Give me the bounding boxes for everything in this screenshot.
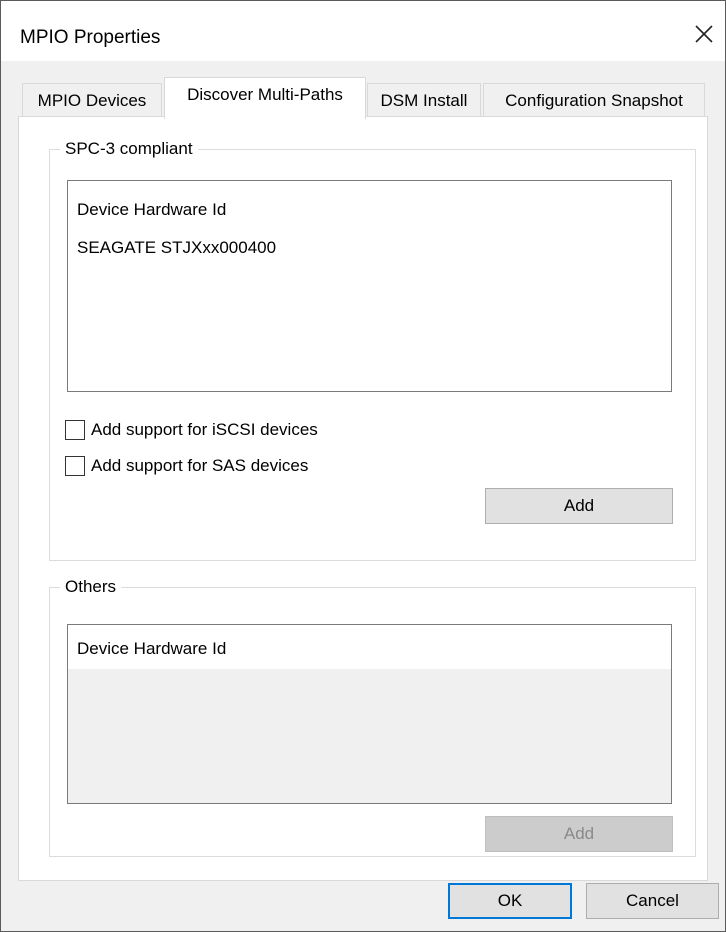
spc3-add-button[interactable]: Add bbox=[485, 488, 673, 524]
spc3-group-legend: SPC-3 compliant bbox=[60, 138, 198, 160]
window-title: MPIO Properties bbox=[20, 27, 161, 48]
sas-support-checkbox[interactable] bbox=[65, 456, 85, 476]
iscsi-support-checkbox[interactable] bbox=[65, 420, 85, 440]
tab-discover-multi-paths[interactable]: Discover Multi-Paths bbox=[164, 77, 366, 119]
tab-dsm-install[interactable]: DSM Install bbox=[367, 83, 481, 117]
list-item[interactable]: SEAGATE STJXxx000400 bbox=[77, 238, 276, 258]
iscsi-support-option[interactable]: Add support for iSCSI devices bbox=[65, 419, 318, 441]
close-icon[interactable] bbox=[689, 19, 719, 49]
dialog-body: MPIO Devices Discover Multi-Paths DSM In… bbox=[1, 61, 725, 931]
list-item[interactable]: Device Hardware Id bbox=[77, 200, 226, 220]
list-item[interactable]: Device Hardware Id bbox=[77, 639, 226, 659]
tab-mpio-devices[interactable]: MPIO Devices bbox=[22, 83, 162, 117]
others-add-button[interactable]: Add bbox=[485, 816, 673, 852]
tab-panel-discover-multi-paths: SPC-3 compliant Device Hardware Id SEAGA… bbox=[18, 116, 708, 881]
ok-button[interactable]: OK bbox=[448, 883, 572, 919]
empty-list-area bbox=[68, 669, 671, 803]
others-group-legend: Others bbox=[60, 576, 122, 598]
sas-support-label: Add support for SAS devices bbox=[91, 456, 309, 475]
mpio-properties-dialog: MPIO Properties MPIO Devices Discover Mu… bbox=[0, 0, 726, 932]
iscsi-support-label: Add support for iSCSI devices bbox=[91, 420, 318, 439]
others-group: Others Device Hardware Id Add bbox=[49, 576, 696, 857]
spc3-device-list[interactable]: Device Hardware Id SEAGATE STJXxx000400 bbox=[67, 180, 672, 392]
spc3-compliant-group: SPC-3 compliant Device Hardware Id SEAGA… bbox=[49, 138, 696, 561]
cancel-button[interactable]: Cancel bbox=[586, 883, 719, 919]
tab-configuration-snapshot[interactable]: Configuration Snapshot bbox=[483, 83, 705, 117]
title-bar: MPIO Properties bbox=[1, 1, 725, 61]
others-device-list[interactable]: Device Hardware Id bbox=[67, 624, 672, 804]
sas-support-option[interactable]: Add support for SAS devices bbox=[65, 455, 308, 477]
